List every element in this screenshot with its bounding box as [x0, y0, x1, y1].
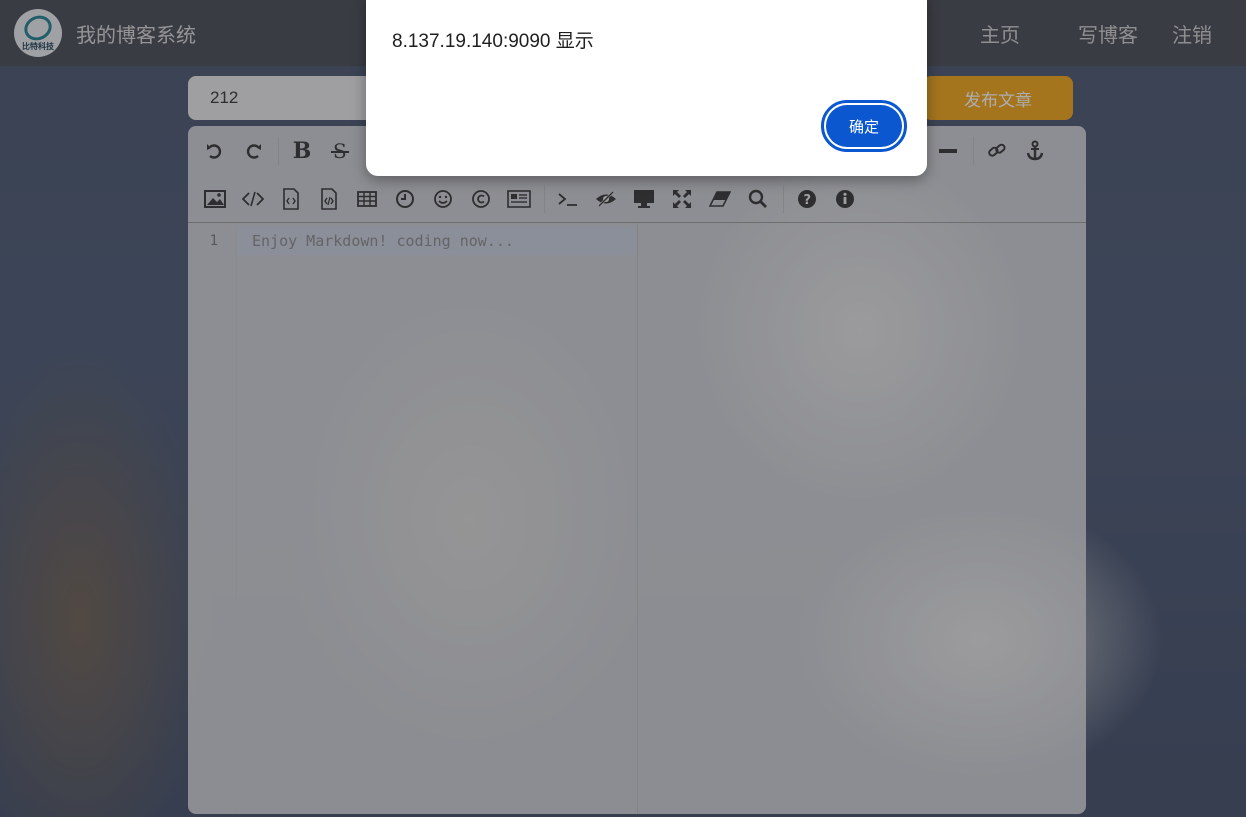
ok-button[interactable]: 确定: [821, 100, 907, 152]
ok-button-label: 确定: [826, 105, 902, 147]
alert-dialog: 8.137.19.140:9090 显示 确定: [366, 0, 927, 176]
alert-message: 8.137.19.140:9090 显示: [392, 31, 594, 52]
